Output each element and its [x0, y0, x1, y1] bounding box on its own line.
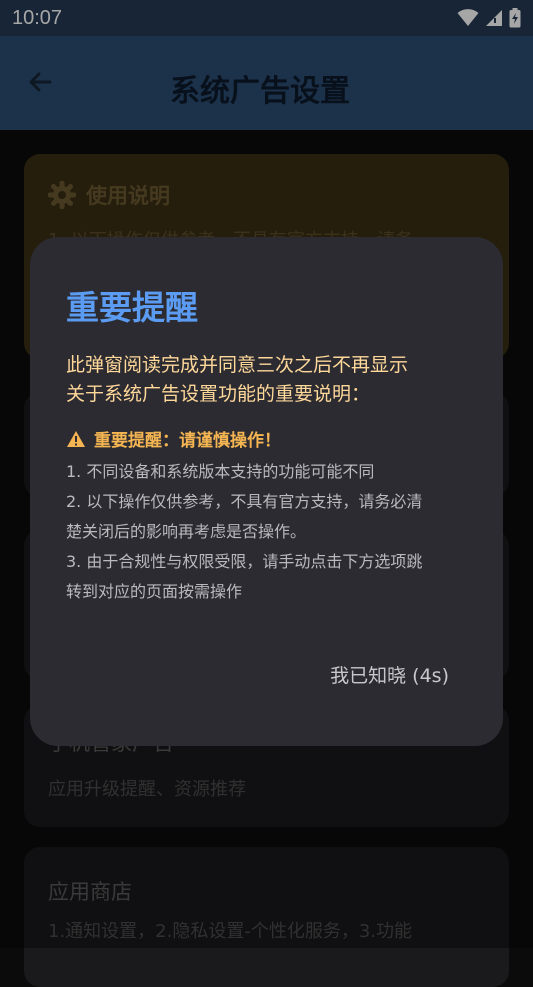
dialog-title: 重要提醒	[66, 288, 198, 327]
dialog-item-line: 转到对应的页面按需操作	[66, 582, 243, 601]
dialog-lead-line: 此弹窗阅读完成并同意三次之后不再显示	[66, 354, 409, 376]
dialog-lead-line: 关于系统广告设置功能的重要说明：	[66, 383, 371, 405]
dialog-item-line: 2. 以下操作仅供参考，不具有官方支持，请务必清	[66, 492, 423, 511]
dialog-item-line: 1. 不同设备和系统版本支持的功能可能不同	[66, 462, 375, 481]
dialog-items: 1. 不同设备和系统版本支持的功能可能不同 2. 以下操作仅供参考，不具有官方支…	[66, 457, 422, 607]
dialog-item-line: 楚关闭后的影响再考虑是否操作。	[66, 522, 307, 541]
important-reminder-dialog: 重要提醒 此弹窗阅读完成并同意三次之后不再显示 关于系统广告设置功能的重要说明：…	[30, 237, 503, 746]
warning-triangle-icon	[67, 430, 85, 447]
dialog-lead: 此弹窗阅读完成并同意三次之后不再显示 关于系统广告设置功能的重要说明：	[66, 351, 408, 409]
acknowledge-button[interactable]: 我已知晓 (4s)	[330, 661, 449, 688]
dialog-warning: 重要提醒：请谨慎操作！	[66, 426, 281, 451]
dialog-item-line: 3. 由于合规性与权限受限，请手动点击下方选项跳	[66, 552, 423, 571]
dialog-warning-text: 重要提醒：请谨慎操作！	[94, 431, 281, 451]
